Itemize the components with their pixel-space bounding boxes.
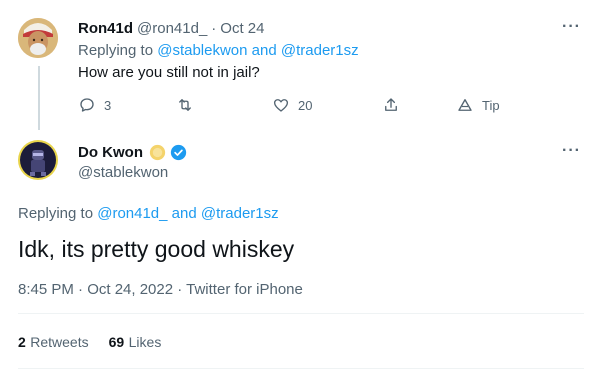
reply-display-name[interactable]: Ron41d	[78, 20, 133, 37]
retweets-label: Retweets	[30, 334, 89, 350]
avatar-ron41d-image	[18, 18, 58, 58]
reply-icon	[80, 98, 94, 112]
reply-separator: ·	[211, 20, 217, 37]
verified-badge-icon	[170, 144, 187, 161]
avatar-ron41d[interactable]	[18, 18, 58, 58]
reply-tweet-header: Ron41d @ron41d_ · Oct 24	[78, 20, 264, 37]
reply-date[interactable]: Oct 24	[220, 20, 264, 37]
main-tweet-timestamp[interactable]: 8:45 PM · Oct 24, 2022 · Twitter for iPh…	[18, 281, 303, 298]
share-button[interactable]	[382, 96, 408, 114]
main-handle[interactable]: @stablekwon	[78, 164, 168, 181]
tip-icon	[458, 99, 472, 111]
main-tweet-stats: 2 Retweets 69 Likes	[18, 334, 161, 352]
divider-top	[18, 313, 584, 314]
retweet-icon	[179, 99, 191, 111]
main-replying-and: and	[171, 205, 197, 222]
main-replying-user-2[interactable]: @trader1sz	[201, 205, 279, 222]
share-icon	[385, 98, 397, 111]
likes-label: Likes	[128, 334, 162, 350]
replying-to-prefix: Replying to	[78, 42, 154, 59]
reply-button[interactable]: 3	[78, 96, 111, 114]
coin-emoji-icon	[149, 144, 166, 161]
likes-count: 69	[108, 334, 125, 350]
reply-handle[interactable]: @ron41d_	[137, 20, 207, 37]
replying-to-user-1[interactable]: @stablekwon	[157, 42, 247, 59]
main-tweet-header: Do Kwon	[78, 144, 187, 161]
tip-button[interactable]: Tip	[456, 96, 500, 114]
retweets-stat[interactable]: 2 Retweets	[18, 334, 89, 352]
reply-count: 3	[104, 97, 112, 113]
replying-to-and: and	[251, 42, 277, 59]
main-replying-user-1[interactable]: @ron41d_	[97, 205, 167, 222]
avatar-dokwon[interactable]	[18, 140, 58, 180]
like-button[interactable]: 20	[272, 96, 312, 114]
avatar-dokwon-image	[18, 140, 58, 180]
main-tweet-text: Idk, its pretty good whiskey	[18, 236, 295, 262]
divider-bottom	[18, 368, 584, 369]
thread-connector-line	[38, 66, 40, 130]
retweets-count: 2	[18, 334, 26, 350]
reply-more-button[interactable]: ···	[562, 18, 581, 36]
tip-label: Tip	[482, 97, 500, 113]
like-icon	[273, 99, 289, 112]
retweet-button[interactable]	[176, 96, 202, 114]
reply-replying-to: Replying to @stablekwon and @trader1sz	[78, 42, 359, 59]
reply-tweet-text: How are you still not in jail?	[78, 64, 260, 81]
likes-stat[interactable]: 69 Likes	[109, 334, 162, 352]
main-more-button[interactable]: ···	[562, 142, 581, 160]
main-display-name[interactable]: Do Kwon	[78, 144, 143, 161]
main-replying-prefix: Replying to	[18, 205, 94, 222]
replying-to-user-2[interactable]: @trader1sz	[281, 42, 359, 59]
like-count: 20	[298, 97, 313, 113]
main-replying-to: Replying to @ron41d_ and @trader1sz	[18, 205, 279, 222]
